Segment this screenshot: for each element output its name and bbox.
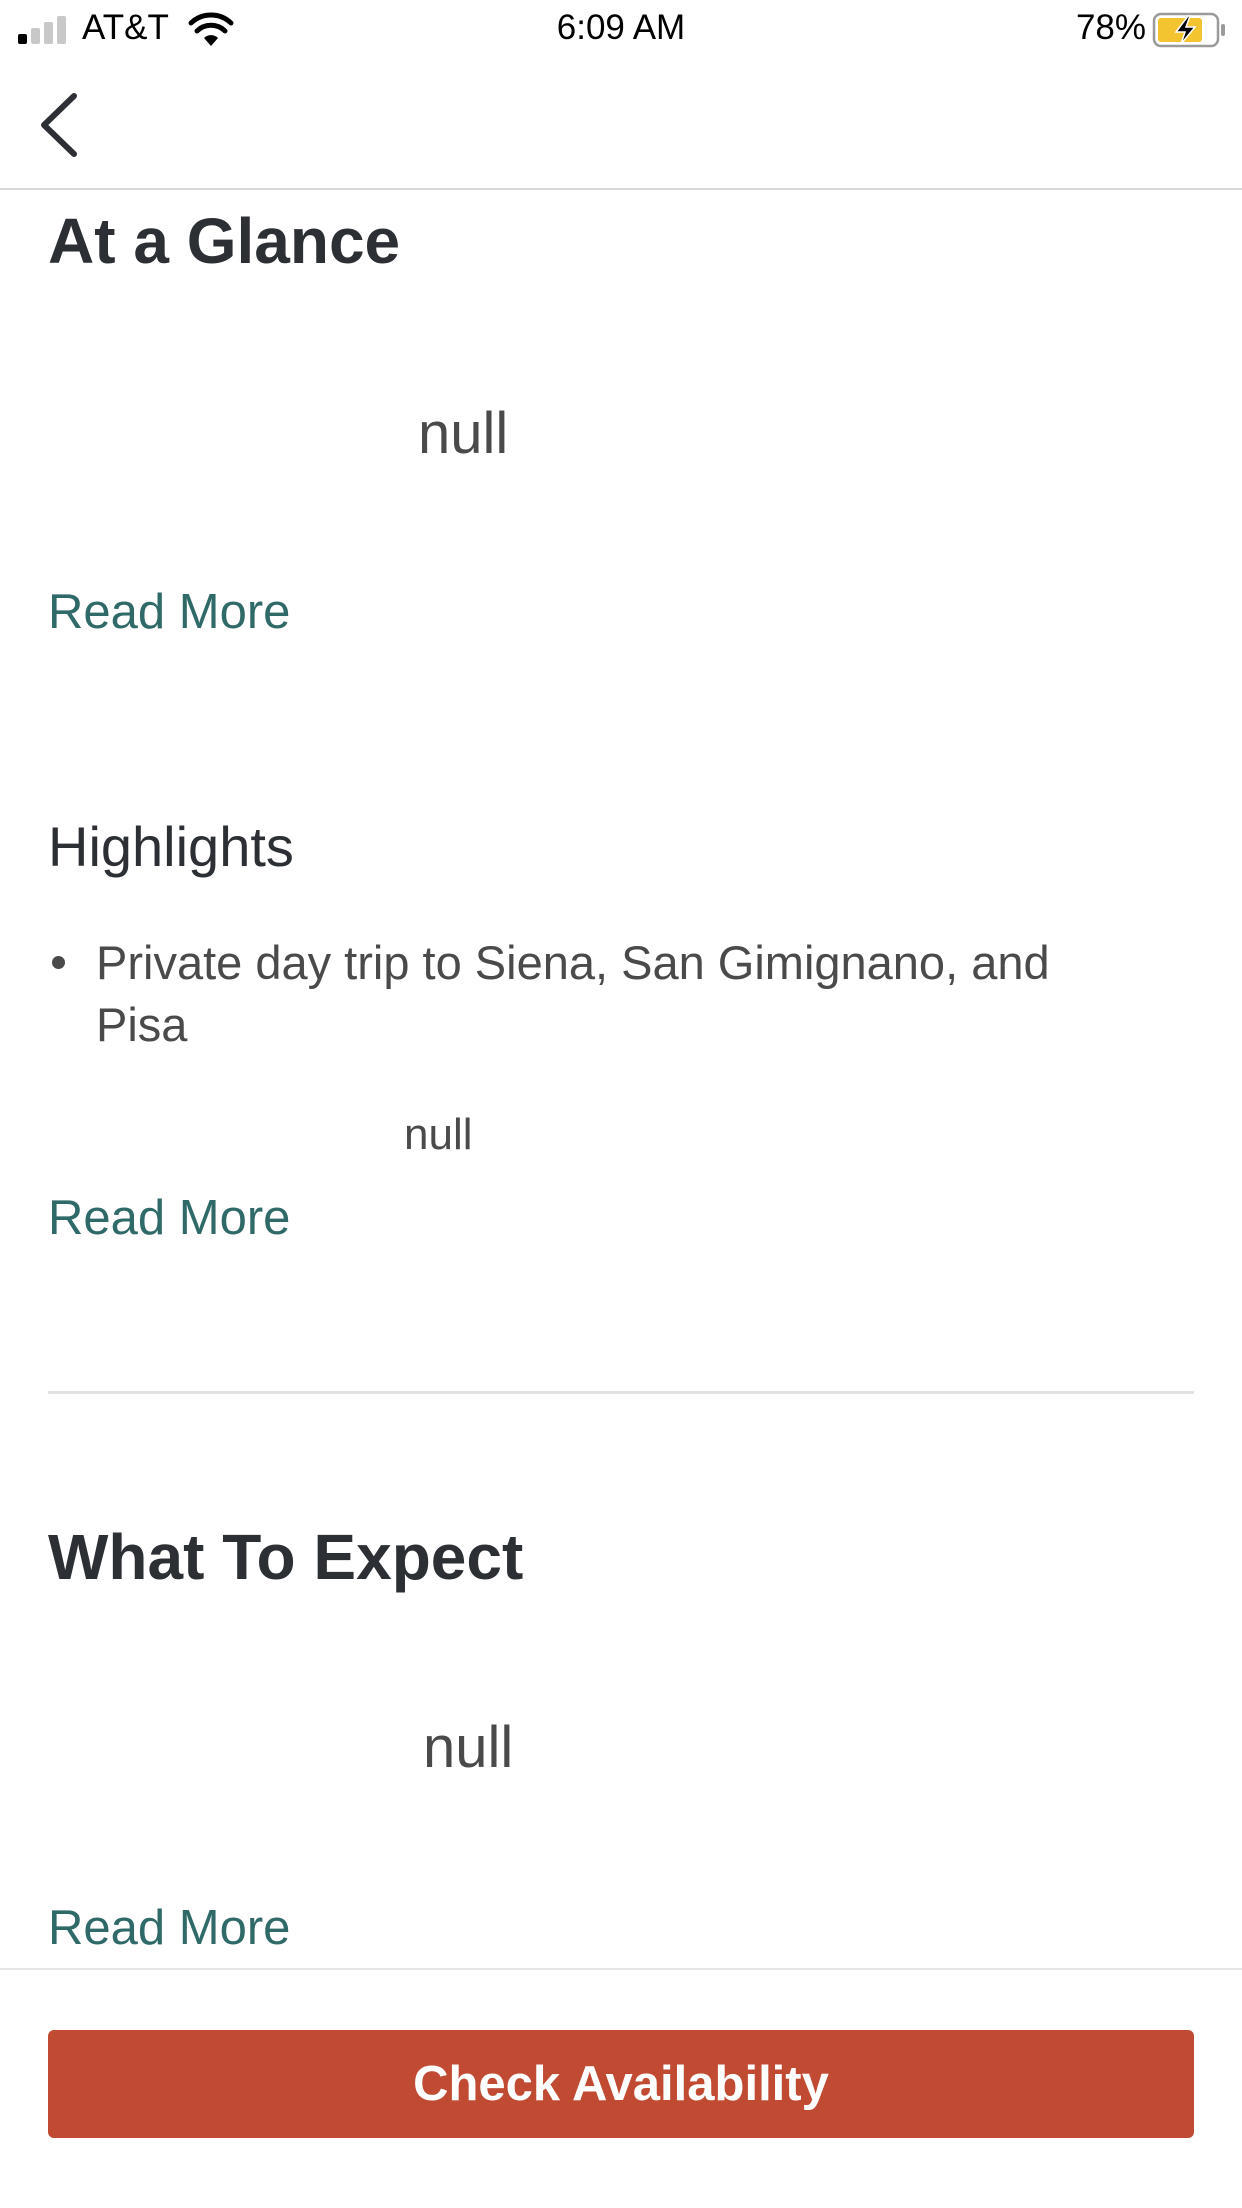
chevron-left-icon[interactable]	[30, 90, 90, 160]
highlights-read-more-link[interactable]: Read More	[48, 1190, 290, 1246]
what-to-expect-read-more-link[interactable]: Read More	[48, 1900, 290, 1956]
at-a-glance-title: At a Glance	[48, 205, 401, 277]
at-a-glance-body: null	[418, 401, 509, 466]
highlight-item-text: Private day trip to Siena, San Gimignano…	[96, 936, 1050, 1051]
section-divider	[48, 1391, 1194, 1394]
bottom-action-bar: Check Availability	[0, 1968, 1242, 2208]
highlights-body: null	[404, 1110, 473, 1159]
battery-percentage: 78%	[1075, 8, 1146, 47]
bullet-icon	[52, 956, 65, 969]
at-a-glance-read-more-link[interactable]: Read More	[48, 584, 290, 640]
battery-charging-icon	[1152, 12, 1225, 48]
status-bar: AT&T 6:09 AM 78%	[0, 0, 1242, 60]
status-time: 6:09 AM	[556, 8, 686, 47]
highlights-title: Highlights	[48, 815, 294, 878]
what-to-expect-body: null	[423, 1715, 514, 1780]
navigation-bar	[0, 60, 1242, 190]
check-availability-button[interactable]: Check Availability	[48, 2030, 1194, 2138]
what-to-expect-title: What To Expect	[48, 1521, 524, 1593]
